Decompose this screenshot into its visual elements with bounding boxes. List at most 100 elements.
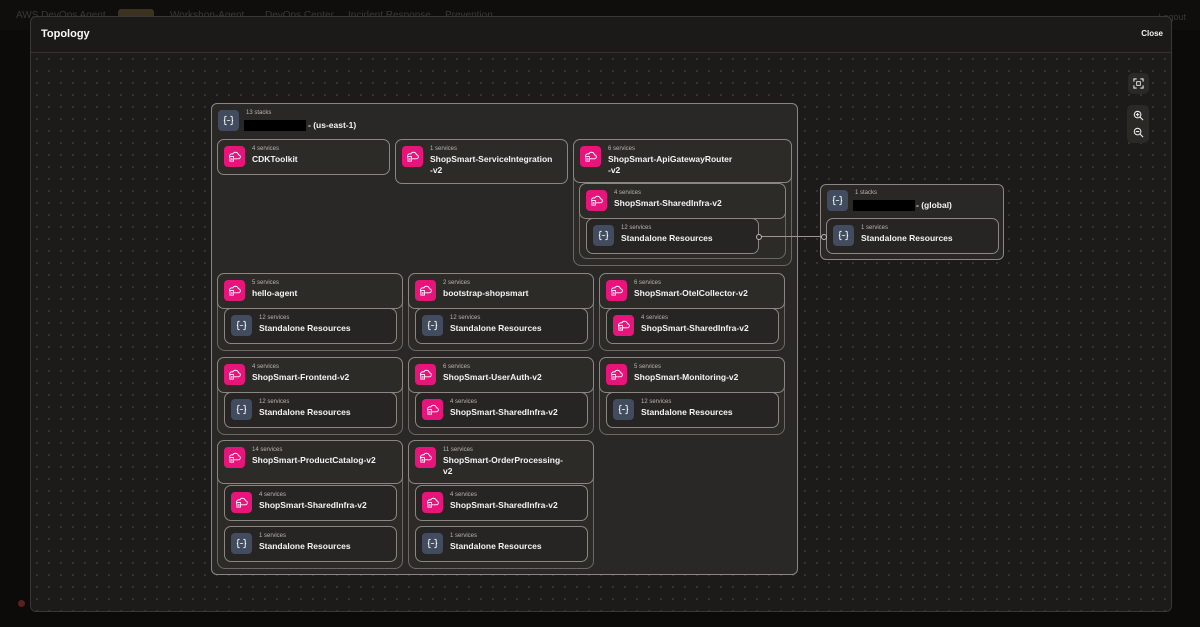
cloudformation-stack-icon — [224, 146, 245, 167]
cloudformation-stack-icon — [415, 280, 436, 301]
cloudformation-stack-icon — [586, 190, 607, 211]
stack-node-front[interactable]: 4 services ShopSmart-Frontend-v2 — [217, 357, 403, 393]
service-count: 4 services — [450, 492, 478, 498]
stack-name: ShopSmart-Frontend-v2 — [252, 372, 350, 382]
stack-node-cat_shared[interactable]: 4 services ShopSmart-SharedInfra-v2 — [224, 485, 397, 521]
stack-name: ShopSmart-SharedInfra-v2 — [259, 500, 367, 510]
zoom-out-button[interactable] — [1128, 124, 1148, 141]
stack-node-otel[interactable]: 6 services ShopSmart-OtelCollector-v2 — [599, 273, 785, 309]
cloudformation-stack-icon — [606, 280, 627, 301]
stack-name: Standalone Resources — [450, 541, 542, 551]
region-label: - (global) — [916, 200, 952, 210]
edge-handle-source[interactable] — [756, 234, 762, 240]
service-count: 4 services — [252, 146, 280, 152]
stack-name: Standalone Resources — [259, 541, 351, 551]
braces-icon — [833, 225, 854, 246]
stack-node-apigw_shared[interactable]: 4 services ShopSmart-SharedInfra-v2 — [579, 183, 786, 219]
zoom-out-icon — [1133, 127, 1143, 138]
service-count: 5 services — [252, 280, 280, 286]
stack-node-ord[interactable]: 11 services ShopSmart-OrderProcessing- v2 — [408, 440, 594, 484]
zoom-in-button[interactable] — [1128, 107, 1148, 124]
service-count: 2 services — [443, 280, 471, 286]
cloudformation-stack-icon — [415, 447, 436, 468]
region-label: - (us-east-1) — [308, 120, 357, 130]
stack-node-cdk[interactable]: 4 services CDKToolkit — [217, 139, 390, 175]
standalone-node-mon_sa[interactable]: 12 services Standalone Resources — [606, 392, 779, 428]
stack-node-ord_shared[interactable]: 4 services ShopSmart-SharedInfra-v2 — [415, 485, 588, 521]
stack-name: ShopSmart-Monitoring-v2 — [634, 372, 739, 382]
cloudformation-stack-icon — [580, 146, 601, 167]
cloudformation-stack-icon — [224, 364, 245, 385]
stack-name: Standalone Resources — [259, 407, 351, 417]
cloudformation-stack-icon — [606, 364, 627, 385]
service-count: 12 services — [450, 315, 481, 321]
service-count: 12 services — [259, 399, 290, 405]
cloudformation-stack-icon — [402, 146, 423, 167]
service-count: 12 services — [641, 399, 672, 405]
service-count: 14 services — [252, 447, 283, 453]
service-count: 6 services — [608, 146, 636, 152]
alert-indicator — [18, 600, 25, 607]
zoom-controls — [1127, 105, 1149, 143]
cloudformation-stack-icon — [415, 364, 436, 385]
service-count: 12 services — [259, 315, 290, 321]
braces-icon — [218, 110, 239, 131]
braces-icon — [231, 399, 252, 420]
service-count: 1 services — [450, 533, 478, 539]
service-count: 5 services — [634, 364, 662, 370]
stack-name: Standalone Resources — [259, 323, 351, 333]
stack-name: ShopSmart-ServiceIntegration -v2 — [430, 154, 553, 175]
zoom-in-icon — [1133, 110, 1143, 121]
standalone-node-cat_sa[interactable]: 1 services Standalone Resources — [224, 526, 397, 562]
stack-count: 13 stacks — [246, 110, 272, 116]
stack-name: ShopSmart-OrderProcessing- v2 — [443, 455, 563, 476]
standalone-node-hello_sa[interactable]: 12 services Standalone Resources — [224, 308, 397, 344]
stack-node-hello[interactable]: 5 services hello-agent — [217, 273, 403, 309]
stack-node-otel_shared[interactable]: 4 services ShopSmart-SharedInfra-v2 — [606, 308, 779, 344]
stack-name: ShopSmart-SharedInfra-v2 — [614, 198, 722, 208]
stack-name: ShopSmart-ApiGatewayRouter -v2 — [608, 154, 733, 175]
standalone-node-boot_sa[interactable]: 12 services Standalone Resources — [415, 308, 588, 344]
stack-node-mon[interactable]: 5 services ShopSmart-Monitoring-v2 — [599, 357, 785, 393]
braces-icon — [231, 533, 252, 554]
cloudformation-stack-icon — [422, 492, 443, 513]
modal-title: Topology — [41, 28, 90, 40]
service-count: 12 services — [621, 225, 652, 231]
cloudformation-stack-icon — [613, 315, 634, 336]
stack-name: Standalone Resources — [641, 407, 733, 417]
standalone-node-ord_sa[interactable]: 1 services Standalone Resources — [415, 526, 588, 562]
stack-node-svcint[interactable]: 1 services ShopSmart-ServiceIntegration -… — [395, 139, 568, 184]
standalone-node-global_sa[interactable]: 1 services Standalone Resources — [826, 218, 999, 254]
standalone-node-front_sa[interactable]: 12 services Standalone Resources — [224, 392, 397, 428]
braces-icon — [231, 315, 252, 336]
service-count: 1 services — [430, 146, 458, 152]
service-count: 6 services — [443, 364, 471, 370]
stack-node-auth_shared[interactable]: 4 services ShopSmart-SharedInfra-v2 — [415, 392, 588, 428]
edge-handle-target[interactable] — [821, 234, 827, 240]
cloudformation-stack-icon — [231, 492, 252, 513]
service-count: 1 services — [861, 225, 889, 231]
service-count: 4 services — [641, 315, 669, 321]
stack-name: Standalone Resources — [450, 323, 542, 333]
connection-edge — [760, 236, 824, 237]
redacted-account-name — [853, 200, 915, 211]
service-count: 6 services — [634, 280, 662, 286]
stack-count: 1 stacks — [855, 190, 878, 196]
stack-node-apigw[interactable]: 6 services ShopSmart-ApiGatewayRouter -v2 — [573, 139, 792, 183]
close-button[interactable]: Close — [1141, 29, 1163, 38]
standalone-node-apigw_shared_sa[interactable]: 12 services Standalone Resources — [586, 218, 759, 254]
redacted-account-name — [244, 120, 306, 131]
stack-name: ShopSmart-SharedInfra-v2 — [450, 407, 558, 417]
braces-icon — [613, 399, 634, 420]
stack-node-auth[interactable]: 6 services ShopSmart-UserAuth-v2 — [408, 357, 594, 393]
stack-name: ShopSmart-SharedInfra-v2 — [641, 323, 749, 333]
braces-icon — [827, 190, 848, 211]
stack-node-boot[interactable]: 2 services bootstrap-shopsmart — [408, 273, 594, 309]
stack-name: ShopSmart-UserAuth-v2 — [443, 372, 542, 382]
modal-header: Topology Close — [31, 17, 1171, 53]
braces-icon — [422, 315, 443, 336]
stack-name: hello-agent — [252, 288, 298, 298]
stack-node-cat[interactable]: 14 services ShopSmart-ProductCatalog-v2 — [217, 440, 403, 484]
fit-view-button[interactable] — [1128, 73, 1149, 94]
stack-name: ShopSmart-ProductCatalog-v2 — [252, 455, 376, 465]
